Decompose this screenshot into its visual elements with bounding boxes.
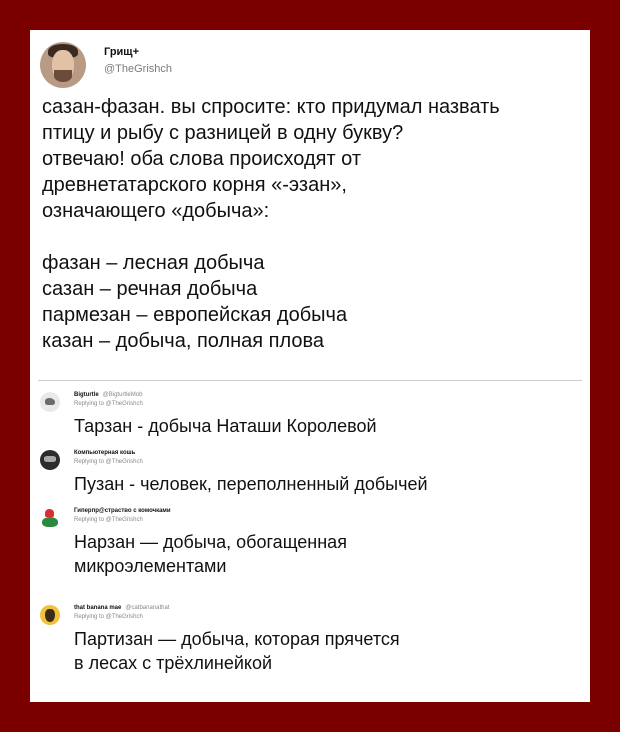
tweet-line: сазан-фазан. вы спросите: кто придумал н…: [42, 96, 500, 118]
reply-author[interactable]: that banana mae @catbananathat: [74, 605, 169, 611]
tweet-line: сазан – речная добыча: [42, 278, 258, 300]
tweet-line: пармезан – европейская добыча: [42, 304, 348, 326]
reply-avatar[interactable]: [40, 450, 60, 470]
tweet-line: отвечаю! оба слова происходят от: [42, 148, 362, 170]
reply-author[interactable]: Компьютерная кошь: [74, 450, 139, 456]
reply-author-name: Гиперпр@страство с комочками: [74, 508, 171, 514]
reply-meta: Replying to @TheGrishch: [74, 459, 143, 465]
avatar[interactable]: [40, 42, 86, 88]
divider: [38, 380, 582, 381]
reply-author-name: Bigturtle: [74, 392, 99, 398]
avatar-beard: [54, 70, 72, 82]
reply-avatar[interactable]: [40, 605, 60, 625]
reply-text: Пузан - человек, переполненный добычей: [74, 472, 574, 496]
reply-text: Партизан — добыча, которая прячется в ле…: [74, 627, 574, 675]
reply-author[interactable]: Гиперпр@страство с комочками: [74, 508, 175, 514]
reply-item: that banana mae @catbananathat Replying t…: [30, 605, 590, 695]
author-handle[interactable]: @TheGrishch: [104, 63, 172, 75]
author-name[interactable]: Грищ+: [104, 46, 139, 58]
reply-line: Тарзан - добыча Наташи Королевой: [74, 416, 377, 436]
tweet-line: казан – добыча, полная плова: [42, 330, 325, 352]
tweet-line: древнетатарского корня «-эзан»,: [42, 174, 347, 196]
reply-item: Bigturtle @BigturtleMob Replying to @TheG…: [30, 392, 590, 442]
tweet-text: сазан-фазан. вы спросите: кто придумал н…: [42, 94, 582, 354]
reply-line: Пузан - человек, переполненный добычей: [74, 474, 428, 494]
reply-author[interactable]: Bigturtle @BigturtleMob: [74, 392, 142, 398]
reply-avatar[interactable]: [40, 392, 60, 412]
reply-author-handle: @catbananathat: [125, 605, 170, 611]
reply-meta: Replying to @TheGrishch: [74, 614, 143, 620]
reply-author-name: that banana mae: [74, 605, 122, 611]
reply-line: Нарзан — добыча, обогащенная: [74, 532, 347, 552]
reply-line: в лесах с трёхлинейкой: [74, 653, 273, 673]
reply-author-handle: @BigturtleMob: [102, 392, 143, 398]
reply-item: Компьютерная кошь Replying to @TheGrishc…: [30, 450, 590, 500]
reply-text: Нарзан — добыча, обогащенная микроэлемен…: [74, 530, 574, 578]
reply-text: Тарзан - добыча Наташи Королевой: [74, 414, 574, 438]
tweet-line: птицу и рыбу с разницей в одну букву?: [42, 122, 404, 144]
screenshot-card: Грищ+ @TheGrishch сазан-фазан. вы спроси…: [30, 30, 590, 702]
reply-author-name: Компьютерная кошь: [74, 450, 136, 456]
reply-line: Партизан — добыча, которая прячется: [74, 629, 400, 649]
tweet-line: фазан – лесная добыча: [42, 252, 265, 274]
reply-item: Гиперпр@страство с комочками Replying to…: [30, 508, 590, 588]
main-tweet: Грищ+ @TheGrishch сазан-фазан. вы спроси…: [30, 30, 590, 380]
reply-avatar[interactable]: [40, 508, 60, 528]
reply-line: микроэлементами: [74, 556, 227, 576]
tweet-line: означающего «добыча»:: [42, 200, 270, 222]
reply-meta: Replying to @TheGrishch: [74, 401, 143, 407]
reply-meta: Replying to @TheGrishch: [74, 517, 143, 523]
